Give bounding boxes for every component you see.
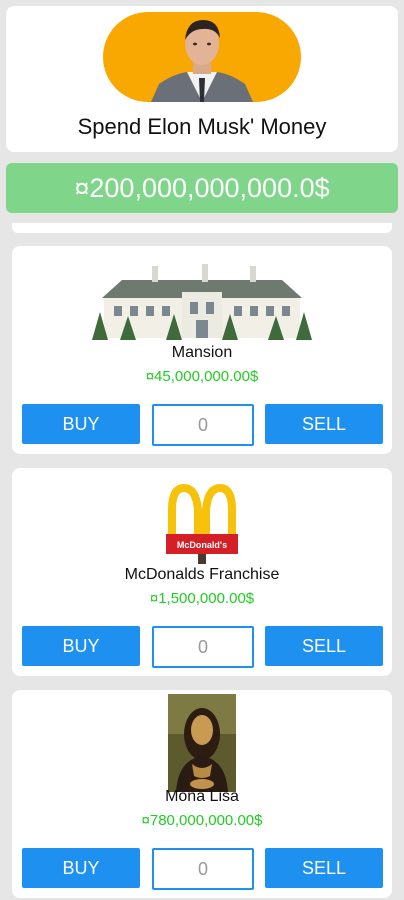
svg-text:McDonald's: McDonald's: [177, 540, 227, 550]
balance-display: ¤200,000,000,000.0$: [6, 163, 398, 213]
elon-avatar: [103, 12, 301, 102]
list-top-divider: [12, 223, 392, 233]
mcdonalds-sign-icon: McDonald's: [166, 483, 238, 564]
sell-button[interactable]: SELL: [265, 626, 383, 666]
mona-lisa-icon: [168, 694, 236, 792]
buy-button[interactable]: BUY: [22, 626, 140, 666]
item-card-mona-lisa: Mona Lisa ¤780,000,000.00$ BUY 0 SELL: [12, 690, 392, 898]
sell-button[interactable]: SELL: [265, 404, 383, 444]
buy-button[interactable]: BUY: [22, 404, 140, 444]
item-name: Mansion: [171, 344, 233, 361]
mcdonalds-sign-image: McDonald's: [12, 480, 392, 564]
mansion-icon: [92, 264, 312, 340]
quantity-input[interactable]: 0: [152, 626, 254, 668]
item-name: Mona Lisa: [165, 788, 239, 805]
item-price: ¤45,000,000.00$: [145, 368, 259, 385]
sell-button[interactable]: SELL: [265, 848, 383, 888]
quantity-input[interactable]: 0: [152, 404, 254, 446]
item-card-mansion: Mansion ¤45,000,000.00$ BUY 0 SELL: [12, 246, 392, 454]
item-price: ¤1,500,000.00$: [149, 590, 255, 607]
page-title: Spend Elon Musk' Money: [77, 114, 327, 139]
item-name: McDonalds Franchise: [124, 566, 280, 583]
buy-button[interactable]: BUY: [22, 848, 140, 888]
mansion-image: [12, 258, 392, 342]
mona-lisa-image: [12, 694, 392, 792]
item-price: ¤780,000,000.00$: [141, 812, 263, 829]
person-icon: [151, 20, 253, 102]
item-card-mcdonalds: McDonald's McDonalds Franchise ¤1,500,00…: [12, 468, 392, 676]
header-card: Spend Elon Musk' Money: [6, 6, 398, 152]
quantity-input[interactable]: 0: [152, 848, 254, 890]
